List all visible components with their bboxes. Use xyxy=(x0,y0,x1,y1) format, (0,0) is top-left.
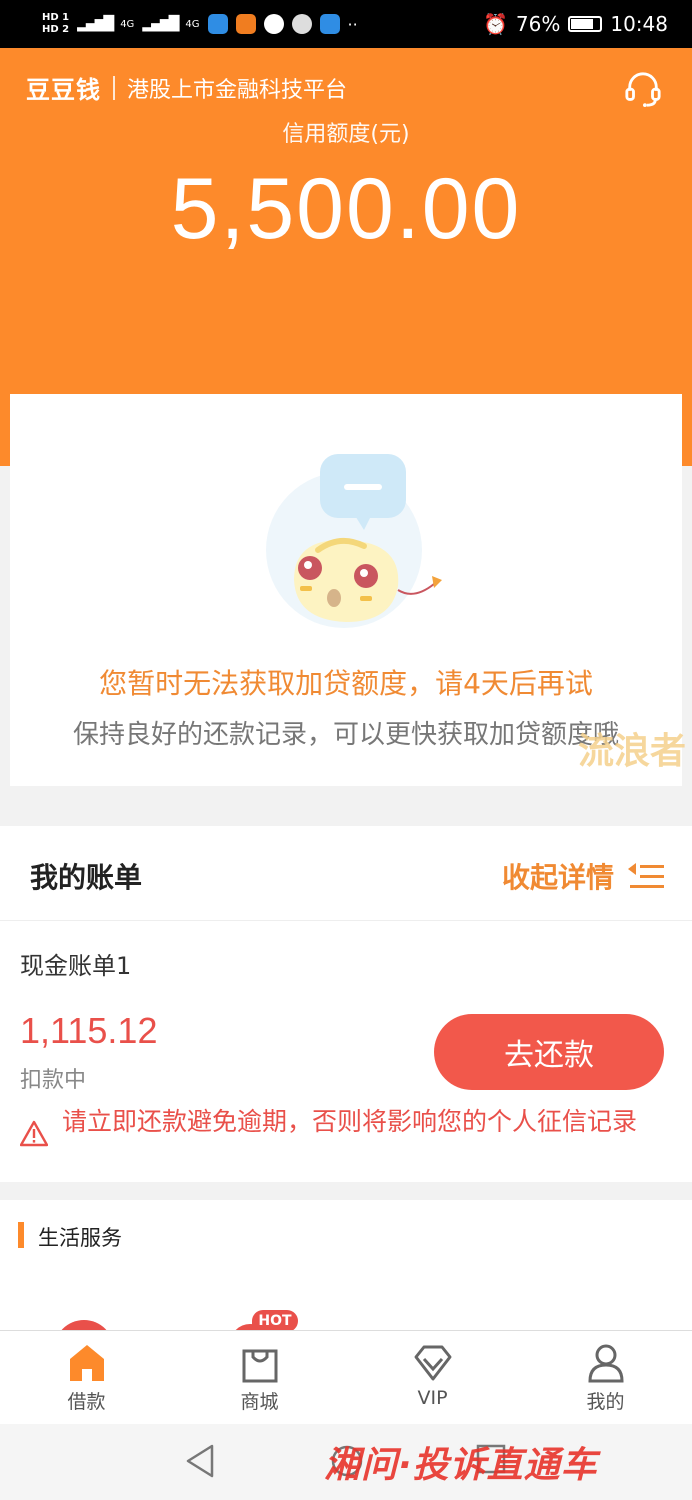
shopping-bag-icon xyxy=(242,1349,277,1383)
bill-name: 现金账单1 xyxy=(20,952,132,980)
collapse-list-icon xyxy=(628,863,664,888)
hd2-label: HD 2 xyxy=(42,24,70,35)
repay-button[interactable]: 去还款 xyxy=(434,1014,664,1090)
status-bar-right: ⏰ 76% 10:48 xyxy=(483,12,668,36)
diamond-icon xyxy=(414,1345,451,1381)
bottom-tab-bar: 借款 商城 VIP 我的 xyxy=(0,1330,692,1425)
tab-loan[interactable]: 借款 xyxy=(0,1331,173,1425)
video-app-icon xyxy=(235,14,256,34)
mascot-illustration xyxy=(266,454,442,628)
bill-status: 扣款中 xyxy=(20,1068,87,1093)
tab-label: 商城 xyxy=(240,1391,279,1413)
headset-icon[interactable] xyxy=(624,70,662,108)
app-notification-icon-2 xyxy=(319,14,340,34)
watermark-logo: 湘问·投诉直通车 xyxy=(324,1445,598,1486)
app-notification-icon xyxy=(207,14,228,34)
back-icon[interactable] xyxy=(184,1444,216,1478)
chat-icon xyxy=(263,14,284,34)
tab-mall[interactable]: 商城 xyxy=(173,1331,346,1425)
bill-section-title: 我的账单 xyxy=(30,861,143,894)
warning-icon xyxy=(20,1120,48,1147)
tab-profile[interactable]: 我的 xyxy=(519,1331,692,1425)
brand: 豆豆钱 港股上市金融科技平台 xyxy=(26,70,347,105)
life-services-title: 生活服务 xyxy=(38,1226,122,1250)
hot-badge: HOT xyxy=(252,1310,298,1330)
battery-icon xyxy=(568,16,603,32)
brand-slogan: 港股上市金融科技平台 xyxy=(127,77,348,103)
network2-label: 4G xyxy=(185,18,200,30)
collapse-label: 收起详情 xyxy=(501,861,614,894)
collapse-details-button[interactable]: 收起详情 xyxy=(502,856,664,896)
section-accent-bar xyxy=(18,1222,24,1248)
bill-card: 我的账单 收起详情 现金账单1 1,115.12 扣款中 去还款 请立即还款避免… xyxy=(0,826,692,1182)
warning-text: 请立即还款避免逾期，否则将影响您的个人征信记录 xyxy=(62,1107,638,1136)
hd1-label: HD 1 xyxy=(42,12,70,23)
notice-title: 您暂时无法获取加贷额度，请4天后再试 xyxy=(99,667,593,700)
overdue-warning: 请立即还款避免逾期，否则将影响您的个人征信记录 xyxy=(20,1106,670,1148)
signal-icon-2: ▂▄▆█ xyxy=(142,16,179,32)
watermark-text: 流浪者 xyxy=(577,731,686,772)
home-icon xyxy=(69,1345,104,1381)
clock: 10:48 xyxy=(610,12,668,36)
alarm-icon: ⏰ xyxy=(483,12,508,36)
credit-label: 信用额度(元) xyxy=(282,122,410,147)
hand-icon xyxy=(291,14,312,34)
status-bar-left: HD 1 HD 2 ▂▄▆█ 4G ▂▄▆█ 4G ·· xyxy=(42,12,358,36)
tab-label: 借款 xyxy=(67,1391,106,1413)
tab-vip[interactable]: VIP xyxy=(346,1331,519,1425)
credit-amount: 5,500.00 xyxy=(170,161,522,257)
user-icon xyxy=(587,1344,624,1383)
hd-indicator: HD 1 HD 2 xyxy=(42,12,69,36)
tab-label: 我的 xyxy=(586,1391,625,1413)
signal-icon: ▂▄▆█ xyxy=(77,16,114,32)
battery-percent: 76% xyxy=(515,12,561,36)
life-services-section: 生活服务 HOT xyxy=(0,1200,692,1330)
status-bar: HD 1 HD 2 ▂▄▆█ 4G ▂▄▆█ 4G ·· ⏰ 76% 10:48 xyxy=(0,0,692,48)
service-icon[interactable] xyxy=(54,1320,114,1330)
brand-logo: 豆豆钱 xyxy=(26,76,101,104)
brand-divider xyxy=(113,75,115,100)
bill-header: 我的账单 收起详情 xyxy=(0,826,692,921)
bill-amount: 1,115.12 xyxy=(20,1010,158,1051)
network1-label: 4G xyxy=(120,18,135,30)
tab-label: VIP xyxy=(417,1387,448,1409)
more-dots-icon: ·· xyxy=(347,14,358,34)
